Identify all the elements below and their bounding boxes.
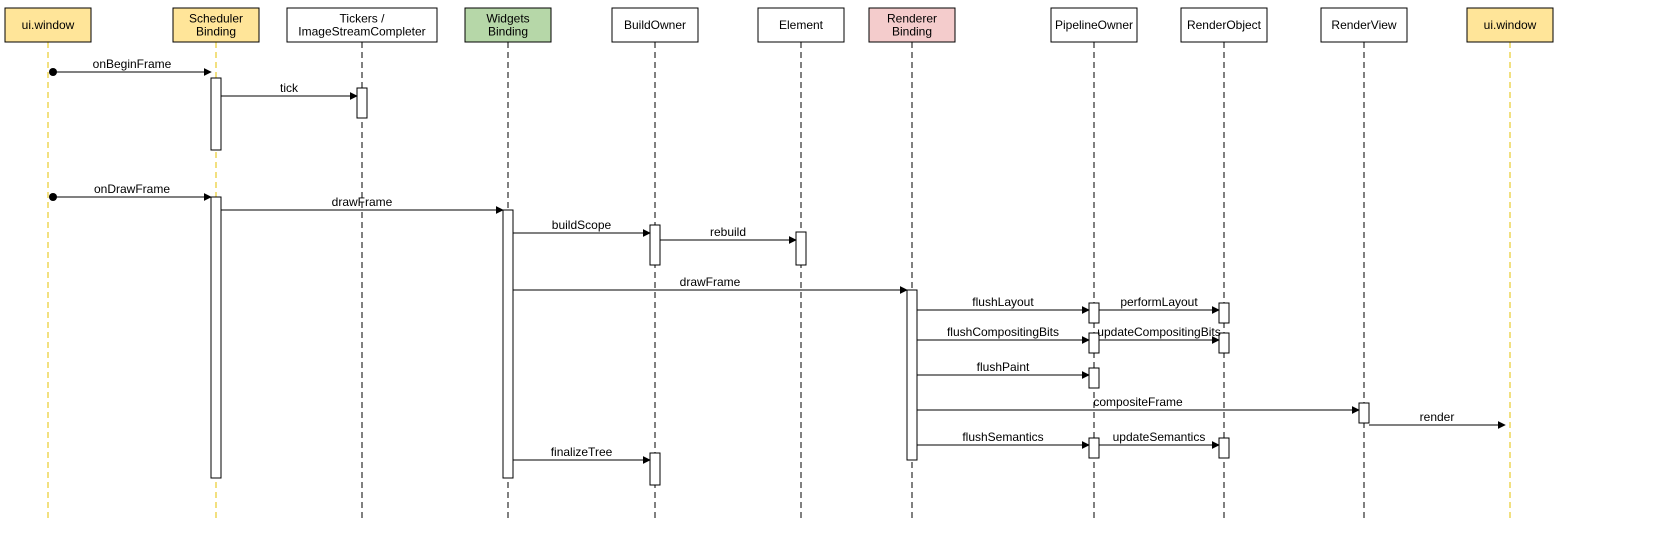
activation-bar (1089, 303, 1099, 323)
activation-bar (1359, 403, 1369, 423)
sequence-diagram: ui.windowSchedulerBindingTickers /ImageS… (0, 0, 1680, 552)
message-label: updateCompositingBits (1097, 325, 1220, 339)
message-label: compositeFrame (1093, 395, 1183, 409)
lifeline-label: RenderObject (1187, 18, 1262, 32)
lifeline-label: Widgets (486, 12, 529, 26)
lifeline-label: Tickers / (340, 12, 386, 26)
activation-bar (357, 88, 367, 118)
activation-bar (1219, 303, 1229, 323)
message-label: finalizeTree (551, 445, 613, 459)
activation-bar (1219, 438, 1229, 458)
message-label: performLayout (1120, 295, 1198, 309)
activation-bar (907, 290, 917, 460)
message-label: flushSemantics (962, 430, 1043, 444)
lifeline-label: Binding (488, 25, 528, 39)
activation-bar (503, 210, 513, 478)
message-label: buildScope (552, 218, 612, 232)
lifeline-label: RenderView (1331, 18, 1396, 32)
lifeline-label: ImageStreamCompleter (298, 25, 425, 39)
message-label: render (1420, 410, 1455, 424)
message-label: drawFrame (680, 275, 741, 289)
lifeline-label: Element (779, 18, 824, 32)
activation-bar (796, 232, 806, 265)
activation-bar (650, 225, 660, 265)
lifeline-label: Renderer (887, 12, 937, 26)
activation-bar (1089, 368, 1099, 388)
message-label: onBeginFrame (93, 57, 172, 71)
lifeline-label: ui.window (1484, 18, 1537, 32)
message-label: updateSemantics (1113, 430, 1206, 444)
lifeline-label: ui.window (22, 18, 75, 32)
message-label: flushPaint (977, 360, 1030, 374)
lifeline-label: PipelineOwner (1055, 18, 1133, 32)
activation-bar (1089, 438, 1099, 458)
message-label: flushCompositingBits (947, 325, 1059, 339)
activation-bar (650, 453, 660, 485)
activation-bar (211, 78, 221, 150)
activation-bar (211, 197, 221, 478)
message-label: onDrawFrame (94, 182, 170, 196)
lifeline-label: Binding (892, 25, 932, 39)
lifeline-label: BuildOwner (624, 18, 686, 32)
lifeline-label: Binding (196, 25, 236, 39)
message-label: tick (280, 81, 299, 95)
message-label: flushLayout (972, 295, 1034, 309)
message-label: rebuild (710, 225, 746, 239)
lifeline-label: Scheduler (189, 12, 243, 26)
message-label: drawFrame (332, 195, 393, 209)
